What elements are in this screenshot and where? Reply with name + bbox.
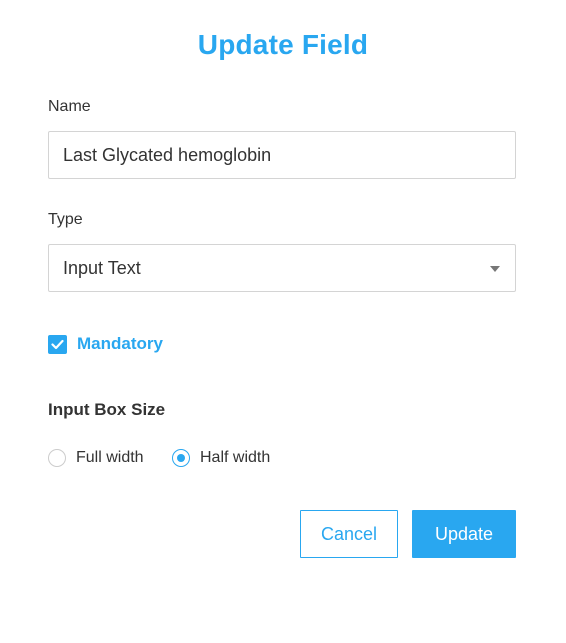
name-input-value: Last Glycated hemoglobin (63, 145, 272, 165)
radio-full-width[interactable]: Full width (48, 447, 144, 469)
radio-half-width-label: Half width (200, 449, 271, 466)
mandatory-checkbox-row[interactable]: Mandatory (48, 334, 163, 354)
radio-half-width[interactable]: Half width (172, 447, 270, 469)
input-box-size-heading: Input Box Size (48, 400, 166, 419)
dialog-title: Update Field (197, 29, 369, 60)
radio-button-checked[interactable] (172, 449, 190, 467)
type-label: Type (48, 211, 83, 228)
update-field-dialog: Update Field Name Last Glycated hemoglob… (0, 0, 566, 643)
type-select-value: Input Text (63, 258, 141, 278)
type-select[interactable]: Input Text (48, 244, 516, 292)
radio-full-width-label: Full width (76, 449, 144, 466)
name-label: Name (48, 98, 91, 115)
radio-button-unchecked[interactable] (48, 449, 66, 467)
checkmark-icon (51, 339, 64, 349)
chevron-down-icon (490, 266, 500, 272)
mandatory-label: Mandatory (77, 334, 163, 353)
mandatory-checkbox[interactable] (48, 334, 67, 354)
name-input[interactable]: Last Glycated hemoglobin (48, 131, 516, 179)
update-button[interactable]: Update (412, 510, 516, 558)
cancel-button[interactable]: Cancel (300, 510, 398, 558)
